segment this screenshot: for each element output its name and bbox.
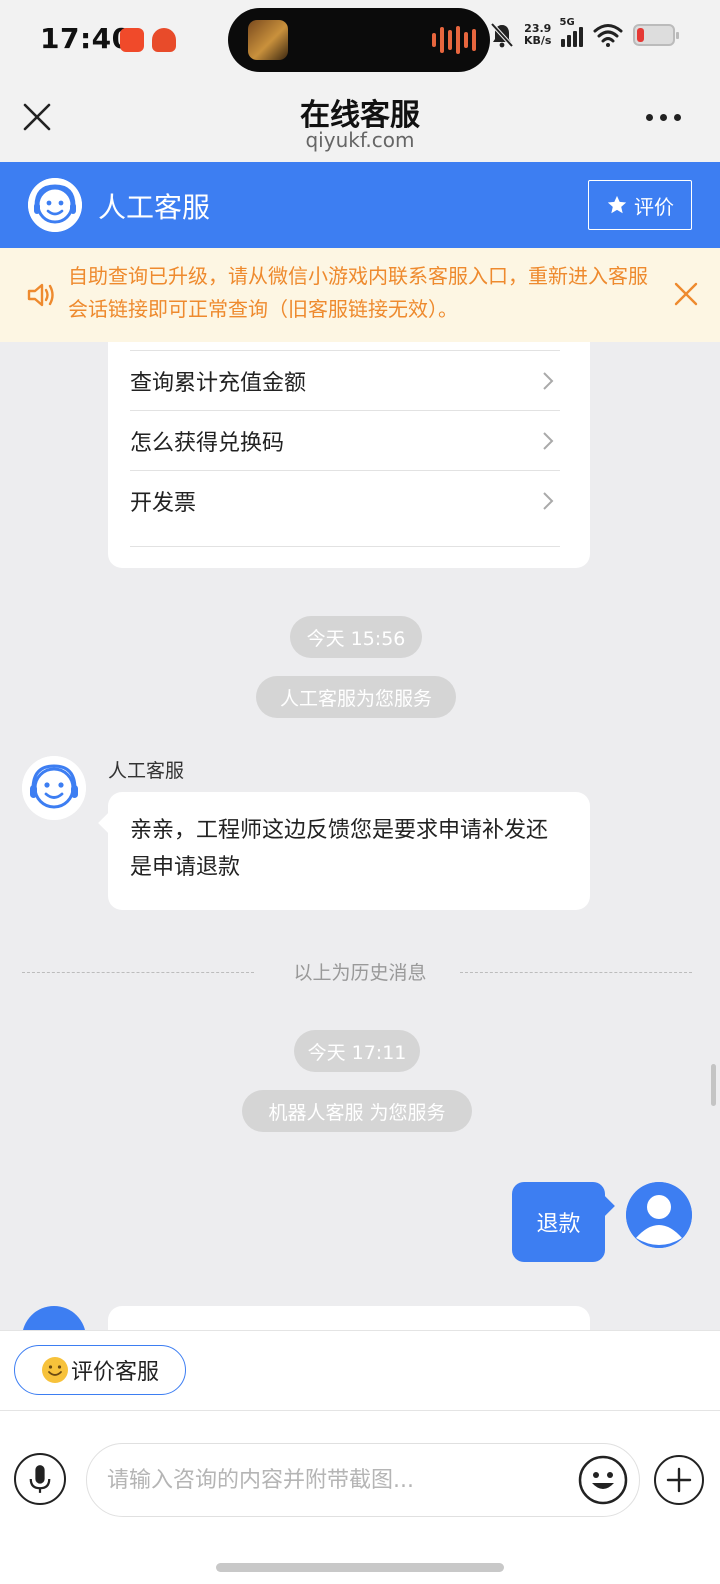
rate-button[interactable]: 评价	[588, 180, 692, 230]
divider	[130, 546, 560, 547]
faq-card: 查询累计充值金额 怎么获得兑换码 开发票	[108, 342, 590, 568]
battery-icon	[633, 24, 680, 46]
history-divider-line	[460, 972, 692, 973]
agent-avatar-icon	[22, 1306, 86, 1330]
smiley-emoji-icon	[41, 1357, 68, 1383]
star-icon	[607, 195, 627, 214]
status-bar: 17:40 23.9 KB/s 5G	[0, 0, 720, 80]
notice-banner: 自助查询已升级，请从微信小游戏内联系客服入口，重新进入客服会话链接即可正常查询（…	[0, 248, 720, 342]
network-type: 5G	[559, 17, 575, 28]
emoji-icon[interactable]	[578, 1455, 628, 1505]
user-message-bubble: 退款	[512, 1182, 605, 1262]
faq-item[interactable]: 查询累计充值金额	[130, 350, 560, 410]
bell-muted-icon	[490, 22, 514, 48]
rating-bar: 评价客服	[0, 1330, 720, 1410]
status-time: 17:40	[40, 22, 132, 55]
rate-agent-label: 评价客服	[70, 1360, 159, 1385]
system-message-pill: 人工客服为您服务	[256, 676, 456, 718]
dynamic-island[interactable]	[228, 8, 490, 72]
scrollbar-thumb[interactable]	[711, 1064, 716, 1106]
faq-item-label: 查询累计充值金额	[130, 370, 307, 396]
agent-message-bubble	[108, 1306, 590, 1330]
speaker-icon	[27, 283, 54, 307]
chat-area[interactable]: 查询累计充值金额 怎么获得兑换码 开发票 今天 15:56 人工客服为您服务 人…	[0, 342, 720, 1330]
faq-item-label: 开发票	[130, 490, 197, 516]
app-notification-icon	[120, 28, 144, 52]
media-thumbnail-icon	[248, 20, 288, 60]
agent-header: 人工客服 评价	[0, 162, 720, 248]
chevron-right-icon	[543, 372, 554, 390]
title-bar: 在线客服 qiyukf.com	[0, 80, 720, 162]
rate-agent-button[interactable]: 评价客服	[14, 1345, 186, 1395]
agent-message-bubble: 亲亲，工程师这边反馈您是要求申请补发还是申请退款	[108, 792, 590, 910]
home-indicator[interactable]	[216, 1563, 504, 1572]
net-speed: 23.9 KB/s	[524, 23, 551, 47]
net-speed-unit: KB/s	[524, 34, 552, 47]
cellular-signal-icon: 5G	[559, 17, 584, 47]
chevron-right-icon	[543, 432, 554, 450]
faq-item[interactable]: 怎么获得兑换码	[130, 410, 560, 470]
page-domain: qiyukf.com	[305, 128, 415, 152]
rate-button-label: 评价	[634, 194, 674, 219]
app-notification-icon	[152, 28, 176, 52]
user-avatar-icon	[626, 1182, 692, 1248]
agent-avatar-icon	[22, 756, 86, 820]
audio-wave-icon	[432, 26, 476, 54]
timestamp-pill: 今天 15:56	[290, 616, 422, 658]
faq-item-label: 怎么获得兑换码	[130, 430, 285, 456]
sender-name: 人工客服	[108, 760, 185, 782]
agent-name: 人工客服	[98, 191, 211, 224]
wifi-icon	[593, 24, 623, 47]
message-input[interactable]	[86, 1443, 640, 1517]
input-bar	[0, 1410, 720, 1584]
plus-icon[interactable]	[654, 1455, 704, 1505]
agent-avatar-icon	[28, 178, 82, 232]
chevron-right-icon	[543, 492, 554, 510]
faq-item[interactable]: 开发票	[130, 470, 560, 530]
microphone-icon[interactable]	[14, 1453, 66, 1505]
more-options-icon[interactable]	[646, 114, 681, 121]
timestamp-pill: 今天 17:11	[294, 1030, 420, 1072]
close-notice-icon[interactable]	[674, 282, 698, 306]
notice-text: 自助查询已升级，请从微信小游戏内联系客服入口，重新进入客服会话链接即可正常查询（…	[68, 264, 648, 321]
status-indicators: 23.9 KB/s 5G	[490, 17, 680, 48]
system-message-pill: 机器人客服 为您服务	[242, 1090, 472, 1132]
